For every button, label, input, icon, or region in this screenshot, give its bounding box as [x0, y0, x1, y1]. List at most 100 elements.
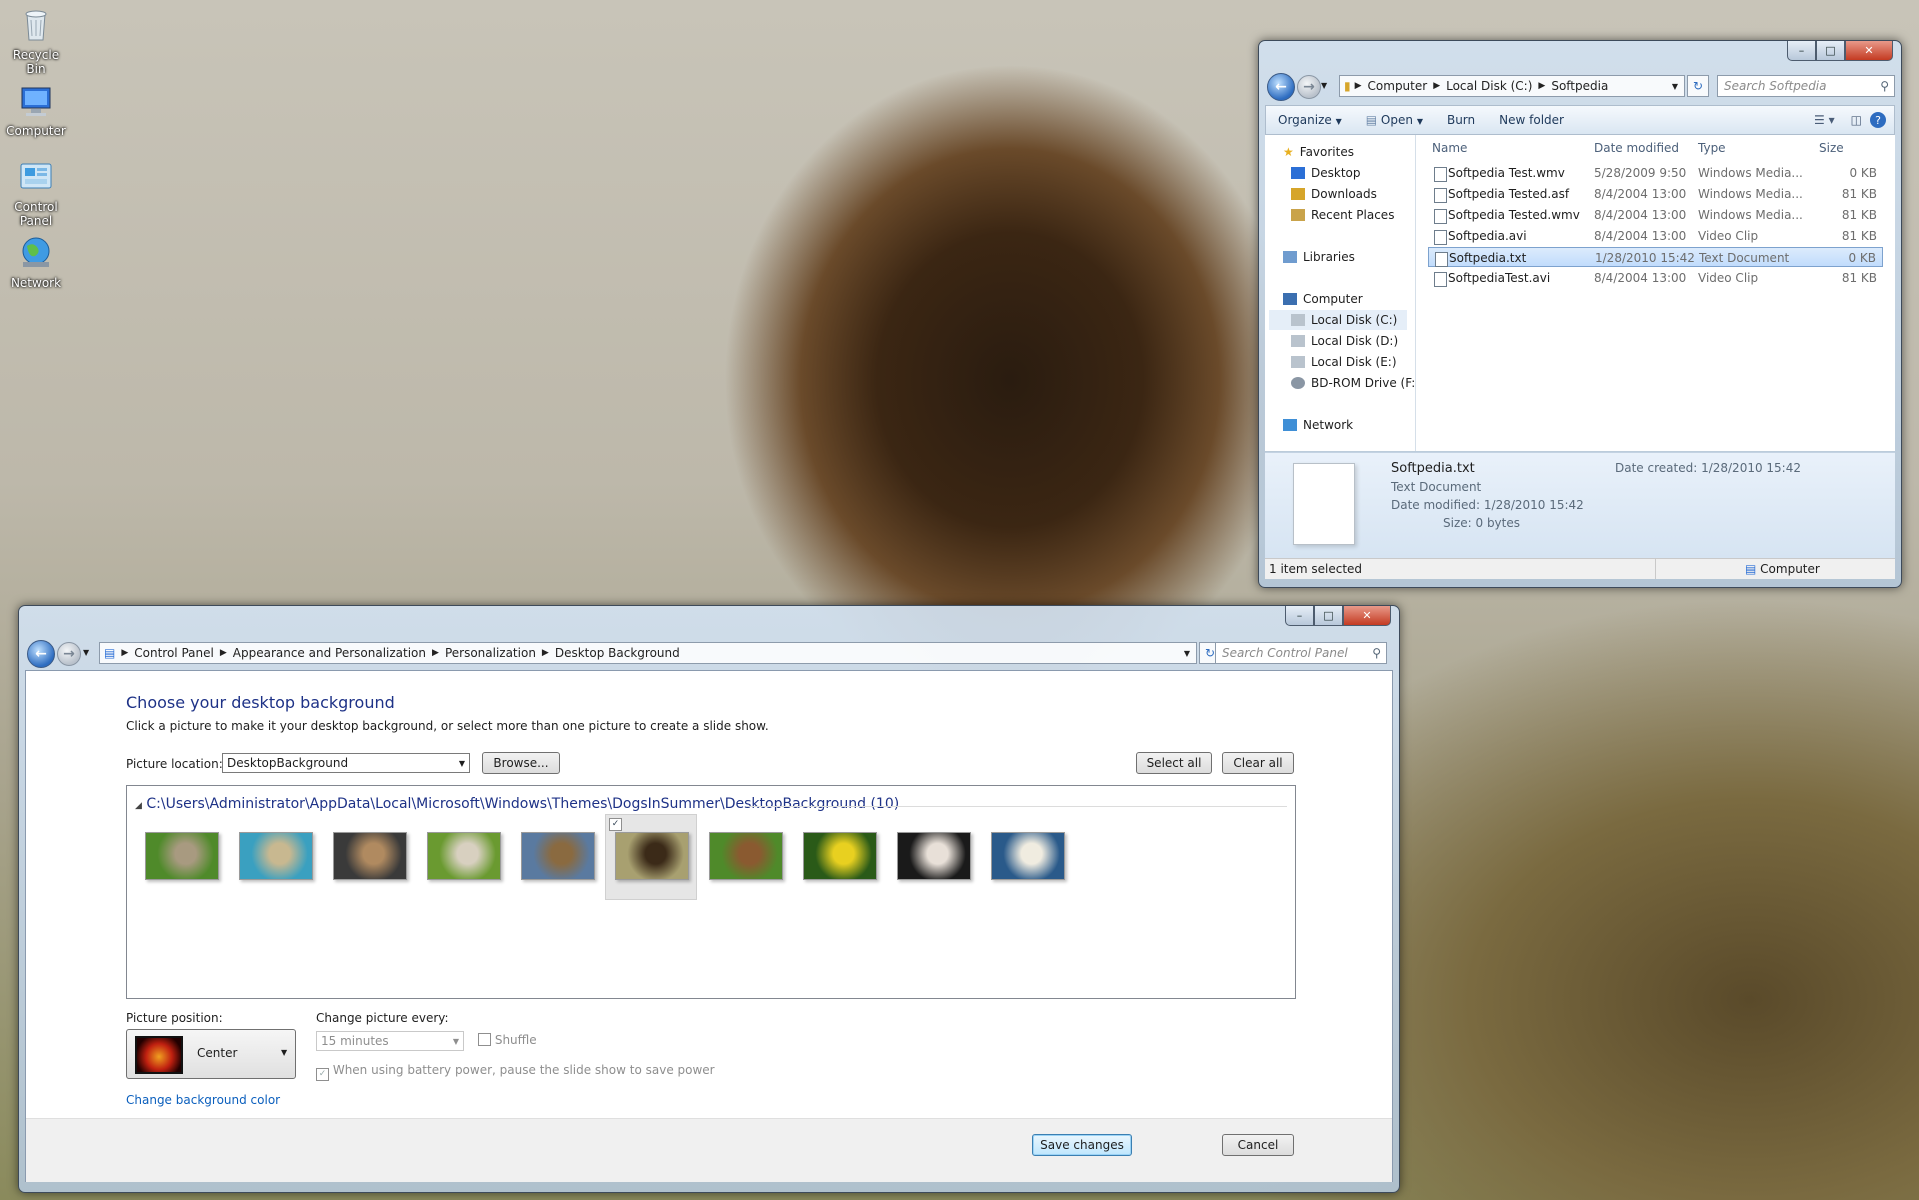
picture-location-select[interactable]: DesktopBackground ▼ — [222, 753, 470, 773]
maximize-button[interactable]: □ — [1314, 606, 1343, 626]
wallpaper-thumbnail[interactable] — [897, 832, 971, 880]
address-bar[interactable]: ▮ ▶ Computer ▶ Local Disk (C:) ▶ Softped… — [1339, 75, 1685, 97]
wallpaper-thumbnail[interactable] — [427, 832, 501, 880]
gallery-group-header[interactable]: ◢ C:\Users\Administrator\AppData\Local\M… — [135, 796, 899, 812]
wallpaper-thumbnail[interactable] — [803, 832, 877, 880]
change-interval-value: 15 minutes — [321, 1034, 389, 1048]
nav-local-disk-e[interactable]: Local Disk (E:) — [1291, 355, 1397, 369]
file-size: 81 KB — [1841, 271, 1877, 285]
change-interval-select[interactable]: 15 minutes ▼ — [316, 1031, 464, 1051]
desktop-icon-computer[interactable]: Computer — [4, 82, 68, 138]
wallpaper-thumbnail[interactable] — [521, 832, 595, 880]
picture-position-value: Center — [197, 1046, 238, 1060]
wallpaper-thumbnail[interactable] — [333, 832, 407, 880]
file-type: Video Clip — [1698, 229, 1759, 243]
change-background-color-link[interactable]: Change background color — [126, 1093, 280, 1107]
breadcrumb-computer[interactable]: Computer — [1362, 79, 1434, 93]
column-header-size[interactable]: Size — [1819, 135, 1844, 161]
breadcrumb-local-disk-c[interactable]: Local Disk (C:) — [1440, 79, 1538, 93]
nav-desktop[interactable]: Desktop — [1291, 166, 1361, 180]
wallpaper-thumbnail[interactable] — [615, 832, 689, 880]
desktop-background-page: Choose your desktop background Click a p… — [25, 670, 1393, 1182]
close-button[interactable]: ✕ — [1343, 606, 1391, 626]
breadcrumb-desktop-background[interactable]: Desktop Background — [549, 646, 686, 660]
thumbnail-checkbox[interactable]: ✓ — [609, 818, 622, 831]
back-button[interactable]: ← — [1267, 73, 1295, 101]
select-all-button[interactable]: Select all — [1136, 752, 1212, 774]
new-folder-button[interactable]: New folder — [1487, 113, 1576, 127]
nav-favorites[interactable]: ★ Favorites — [1283, 145, 1354, 159]
file-row[interactable]: SoftpediaTest.avi 8/4/2004 13:00 Video Cli… — [1428, 268, 1883, 288]
column-header-name[interactable]: Name — [1432, 135, 1467, 161]
forward-button[interactable]: → — [1297, 75, 1321, 99]
address-bar[interactable]: ▤ ▶ Control Panel ▶ Appearance and Perso… — [99, 642, 1197, 664]
drive-icon — [1291, 356, 1305, 368]
search-input[interactable]: Search Control Panel ⚲ — [1215, 642, 1387, 664]
file-icon — [1435, 252, 1448, 267]
breadcrumb-appearance[interactable]: Appearance and Personalization — [227, 646, 432, 660]
maximize-button[interactable]: □ — [1816, 41, 1845, 61]
file-row[interactable]: Softpedia.txt 1/28/2010 15:42 Text Documen… — [1428, 247, 1883, 267]
clear-all-button[interactable]: Clear all — [1222, 752, 1294, 774]
minimize-button[interactable]: – — [1787, 41, 1816, 61]
wallpaper-thumbnail[interactable] — [709, 832, 783, 880]
nav-local-disk-c[interactable]: Local Disk (C:) — [1269, 310, 1407, 330]
shuffle-checkbox[interactable]: Shuffle — [478, 1033, 537, 1047]
wallpaper-thumbnail[interactable] — [145, 832, 219, 880]
close-button[interactable]: ✕ — [1845, 41, 1893, 61]
preview-pane-icon[interactable]: ◫ — [1843, 113, 1870, 127]
views-icon[interactable]: ☰ ▾ — [1806, 113, 1843, 127]
column-header-type[interactable]: Type — [1698, 135, 1726, 161]
wallpaper-thumbnail[interactable] — [991, 832, 1065, 880]
organize-menu[interactable]: Organize ▼ — [1266, 113, 1354, 127]
minimize-button[interactable]: – — [1285, 606, 1314, 626]
picture-position-select[interactable]: Center ▼ — [126, 1029, 296, 1079]
libraries-icon — [1283, 251, 1297, 263]
open-button[interactable]: ▤ Open ▼ — [1354, 113, 1435, 127]
address-dropdown-icon[interactable]: ▼ — [1184, 649, 1190, 658]
browse-button[interactable]: Browse... — [482, 752, 560, 774]
nav-network[interactable]: Network — [1283, 418, 1353, 432]
battery-pause-checkbox[interactable]: ✓ When using battery power, pause the sl… — [316, 1063, 715, 1081]
burn-button[interactable]: Burn — [1435, 113, 1487, 127]
status-bar: 1 item selected ▤ Computer — [1265, 558, 1895, 579]
save-changes-button[interactable]: Save changes — [1032, 1134, 1132, 1156]
wallpaper-thumbnail[interactable] — [239, 832, 313, 880]
file-row[interactable]: Softpedia Tested.asf 8/4/2004 13:00 Window… — [1428, 184, 1883, 204]
network-icon — [22, 237, 50, 267]
address-dropdown-icon[interactable]: ▼ — [1672, 82, 1678, 91]
forward-button[interactable]: → — [57, 642, 81, 666]
column-header-date[interactable]: Date modified — [1594, 135, 1679, 161]
cancel-button[interactable]: Cancel — [1222, 1134, 1294, 1156]
nav-recent-places[interactable]: Recent Places — [1291, 208, 1394, 222]
file-row[interactable]: Softpedia.avi 8/4/2004 13:00 Video Clip 81 … — [1428, 226, 1883, 246]
drive-icon — [1291, 335, 1305, 347]
nav-local-disk-d[interactable]: Local Disk (D:) — [1291, 334, 1398, 348]
page-instructions: Click a picture to make it your desktop … — [126, 719, 769, 733]
desktop-icon-recycle-bin[interactable]: Recycle Bin — [4, 6, 68, 76]
file-row[interactable]: Softpedia Test.wmv 5/28/2009 9:50 Windows … — [1428, 163, 1883, 183]
file-type: Windows Media... — [1698, 187, 1803, 201]
nav-libraries[interactable]: Libraries — [1283, 250, 1355, 264]
status-zone: ▤ Computer — [1745, 562, 1820, 576]
breadcrumb-control-panel[interactable]: Control Panel — [128, 646, 220, 660]
refresh-button[interactable]: ↻ — [1687, 75, 1709, 97]
search-input[interactable]: Search Softpedia ⚲ — [1717, 75, 1895, 97]
desktop-icon-control-panel[interactable]: Control Panel — [4, 158, 68, 228]
nav-bd-rom[interactable]: BD-ROM Drive (F:) — [1291, 376, 1420, 390]
explorer-caption-buttons: – □ ✕ — [1787, 41, 1893, 61]
file-icon — [1434, 272, 1447, 287]
nav-computer[interactable]: Computer — [1283, 292, 1363, 306]
nav-downloads[interactable]: Downloads — [1291, 187, 1377, 201]
recent-pages-dropdown[interactable]: ▼ — [1321, 81, 1327, 90]
breadcrumb-personalization[interactable]: Personalization — [439, 646, 542, 660]
back-button[interactable]: ← — [27, 640, 55, 668]
desktop-icon-label: Recycle Bin — [12, 48, 60, 76]
help-icon[interactable]: ? — [1870, 112, 1886, 128]
downloads-folder-icon — [1291, 188, 1305, 200]
open-icon: ▤ — [1365, 113, 1378, 127]
recent-pages-dropdown[interactable]: ▼ — [83, 648, 89, 657]
breadcrumb-softpedia[interactable]: Softpedia — [1545, 79, 1614, 93]
desktop-icon-network[interactable]: Network — [4, 234, 68, 290]
file-row[interactable]: Softpedia Tested.wmv 8/4/2004 13:00 Window… — [1428, 205, 1883, 225]
